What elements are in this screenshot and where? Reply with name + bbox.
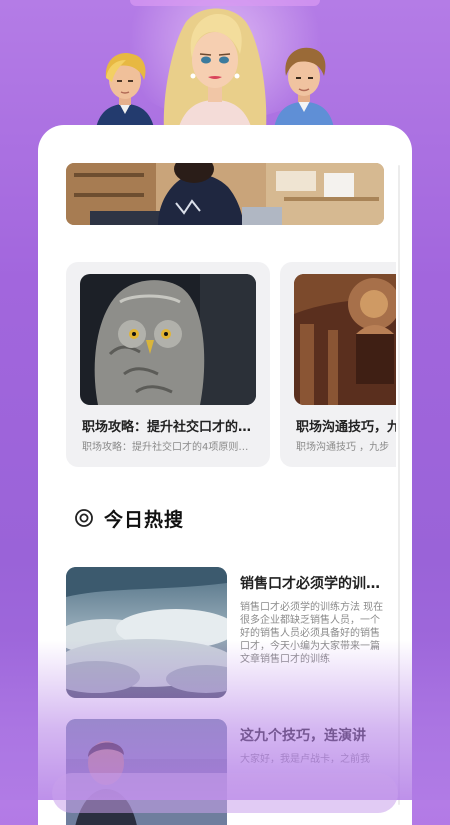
bottom-action-bar[interactable]	[52, 773, 398, 813]
scrollbar[interactable]	[398, 165, 400, 805]
carousel-item-subtitle: 职场攻略：提升社交口才的4项原则…	[82, 442, 249, 453]
content-card: 职场攻略：提升社交口才的4项原则 职场攻略：提升社交口才的4项原则… 职	[38, 125, 412, 825]
article-description: 大家好，我是卢战卡，之前我	[240, 754, 370, 765]
section-title: 今日热搜	[104, 508, 185, 531]
clouds-image	[66, 567, 227, 698]
banner-image[interactable]	[66, 163, 384, 225]
hero-character-right	[274, 47, 334, 128]
carousel-item-title: 职场沟通技巧，九步	[296, 420, 396, 435]
article-item[interactable]: 销售口才必须学的训练方法 销售口才必须学的训练方法 现在很多企业都缺乏销售人员，…	[66, 567, 412, 698]
owl-image	[80, 274, 256, 405]
carousel-item[interactable]: 职场沟通技巧，九步 职场沟通技巧 ，九步	[280, 262, 396, 467]
hero-character-left	[96, 53, 154, 128]
article-title: 这九个技巧，连演讲	[240, 728, 366, 744]
carousel-item[interactable]: 职场攻略：提升社交口才的4项原则 职场攻略：提升社交口才的4项原则…	[66, 262, 270, 467]
carousel-item-subtitle: 职场沟通技巧 ，九步	[296, 442, 390, 453]
section-header: 今日热搜	[74, 505, 184, 531]
cathedral-image	[294, 274, 396, 405]
article-title: 销售口才必须学的训练方法	[240, 576, 388, 592]
hero-illustration	[0, 0, 450, 140]
article-description: 销售口才必须学的训练方法 现在很多企业都缺乏销售人员，一个好的销售人员必须具备好…	[240, 602, 384, 665]
target-icon	[75, 509, 93, 527]
hero-character-center	[163, 8, 267, 130]
carousel-item-title: 职场攻略：提升社交口才的4项原则	[82, 420, 258, 435]
article-carousel[interactable]: 职场攻略：提升社交口才的4项原则 职场攻略：提升社交口才的4项原则… 职	[66, 262, 396, 467]
